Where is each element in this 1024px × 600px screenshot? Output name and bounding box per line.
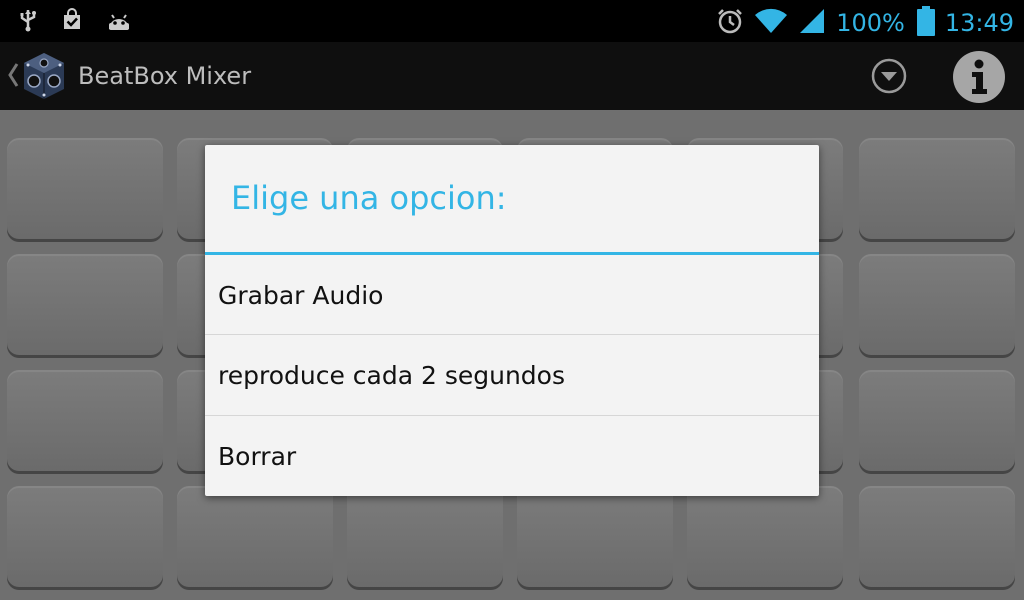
pad[interactable] bbox=[859, 486, 1015, 590]
pad[interactable] bbox=[177, 486, 333, 590]
pad[interactable] bbox=[7, 138, 163, 242]
dialog-title: Elige una opcion: bbox=[231, 179, 507, 217]
android-icon bbox=[106, 9, 132, 35]
pad[interactable] bbox=[859, 254, 1015, 358]
app-title: BeatBox Mixer bbox=[78, 62, 252, 90]
option-grabar-audio[interactable]: Grabar Audio bbox=[205, 255, 819, 336]
alarm-icon bbox=[716, 7, 744, 39]
option-borrar[interactable]: Borrar bbox=[205, 416, 819, 497]
clock: 13:49 bbox=[944, 9, 1014, 37]
pad[interactable] bbox=[347, 486, 503, 590]
shopping-bag-check-icon bbox=[60, 8, 84, 36]
overflow-dropdown-icon[interactable] bbox=[870, 57, 908, 99]
battery-icon bbox=[916, 6, 935, 40]
options-dialog: Elige una opcion: Grabar Audio reproduce… bbox=[205, 145, 819, 496]
back-chevron-icon[interactable] bbox=[6, 60, 20, 94]
pad[interactable] bbox=[7, 254, 163, 358]
option-reproduce[interactable]: reproduce cada 2 segundos bbox=[205, 335, 819, 416]
signal-icon bbox=[798, 7, 826, 39]
wifi-icon bbox=[754, 7, 788, 39]
action-bar: BeatBox Mixer bbox=[0, 42, 1024, 110]
status-bar: 100% 13:49 bbox=[0, 0, 1024, 42]
info-icon[interactable] bbox=[952, 50, 1006, 108]
pad[interactable] bbox=[859, 370, 1015, 474]
usb-icon bbox=[18, 8, 38, 36]
pad[interactable] bbox=[7, 370, 163, 474]
app-logo-icon[interactable] bbox=[20, 51, 68, 105]
battery-percent: 100% bbox=[836, 9, 905, 37]
pad[interactable] bbox=[687, 486, 843, 590]
pad[interactable] bbox=[517, 486, 673, 590]
pad[interactable] bbox=[7, 486, 163, 590]
pad[interactable] bbox=[859, 138, 1015, 242]
